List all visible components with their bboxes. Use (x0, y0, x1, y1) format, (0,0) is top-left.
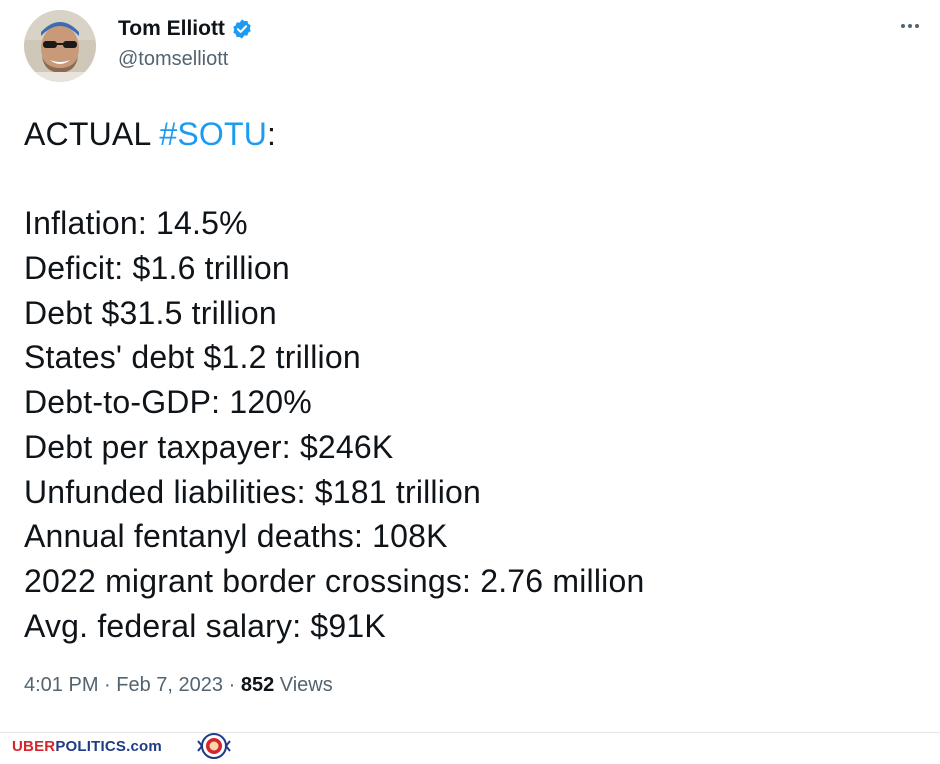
tweet-meta: 4:01 PM · Feb 7, 2023 · 852 Views (24, 674, 333, 697)
tweet-line: Debt-to-GDP: 120% (24, 384, 312, 421)
verified-badge-icon (231, 18, 253, 40)
tweet-line: Unfunded liabilities: $181 trillion (24, 473, 482, 510)
meta-separator: · (228, 674, 236, 696)
views-label: Views (274, 674, 333, 696)
watermark-text: UBERPOLITICS.com (12, 738, 162, 755)
watermark-part2: POLITICS.com (55, 738, 162, 755)
tweet-line: Deficit: $1.6 trillion (24, 250, 290, 287)
tweet-line: Annual fentanyl deaths: 108K (24, 518, 448, 555)
tweet-line: Inflation: 14.5% (24, 205, 248, 242)
tweet-suffix: : (267, 116, 277, 152)
avatar-photo (24, 10, 96, 82)
tweet-card: Tom Elliott @tomselliott ACTUAL #SOTU: I… (0, 0, 940, 732)
author-name[interactable]: Tom Elliott (118, 17, 225, 41)
meta-separator: · (104, 674, 111, 696)
tweet-first-line: ACTUAL #SOTU: (24, 112, 924, 157)
tweet-line: 2022 migrant border crossings: 2.76 mill… (24, 562, 645, 599)
lion-crest-logo-icon (192, 733, 236, 759)
tweet-line: Debt $31.5 trillion (24, 294, 277, 331)
tweet-prefix: ACTUAL (24, 116, 160, 152)
hashtag-link[interactable]: #SOTU (159, 116, 267, 152)
author-handle[interactable]: @tomselliott (118, 48, 228, 71)
views-count: 852 (240, 674, 275, 696)
tweet-line: States' debt $1.2 trillion (24, 339, 361, 376)
author-avatar[interactable] (24, 10, 96, 82)
more-options-icon[interactable] (898, 14, 922, 38)
tweet-line: Debt per taxpayer: $246K (24, 428, 394, 465)
tweet-line: Avg. federal salary: $91K (24, 607, 386, 644)
tweet-date[interactable]: Feb 7, 2023 (116, 674, 223, 696)
watermark-part1: UBER (12, 738, 56, 755)
watermark-divider (0, 732, 940, 733)
tweet-time[interactable]: 4:01 PM (24, 674, 98, 696)
author-name-row: Tom Elliott (118, 14, 253, 44)
tweet-text: ACTUAL #SOTU: Inflation: 14.5% Deficit: … (24, 112, 924, 648)
